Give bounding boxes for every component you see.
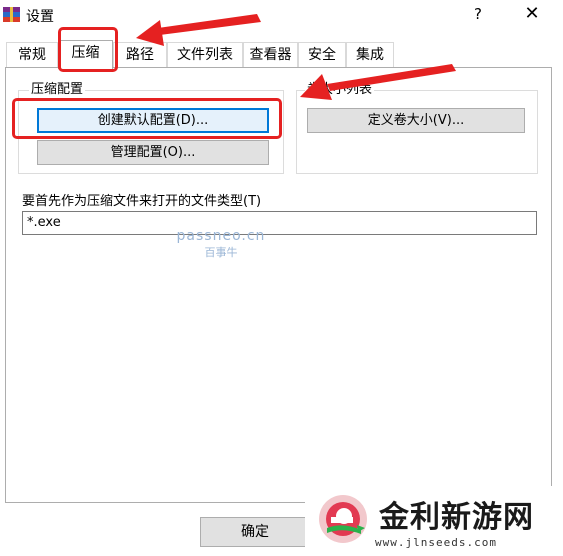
site-logo: 金利新游网 www.jlnseeds.com bbox=[305, 486, 563, 556]
arrow-to-volume-button bbox=[300, 64, 456, 100]
logo-title: 金利新游网 bbox=[379, 500, 534, 535]
logo-e-icon bbox=[319, 495, 367, 543]
annotation-arrows bbox=[136, 14, 456, 100]
logo-url: www.jlnseeds.com bbox=[375, 536, 497, 549]
arrow-to-tab bbox=[136, 14, 261, 46]
